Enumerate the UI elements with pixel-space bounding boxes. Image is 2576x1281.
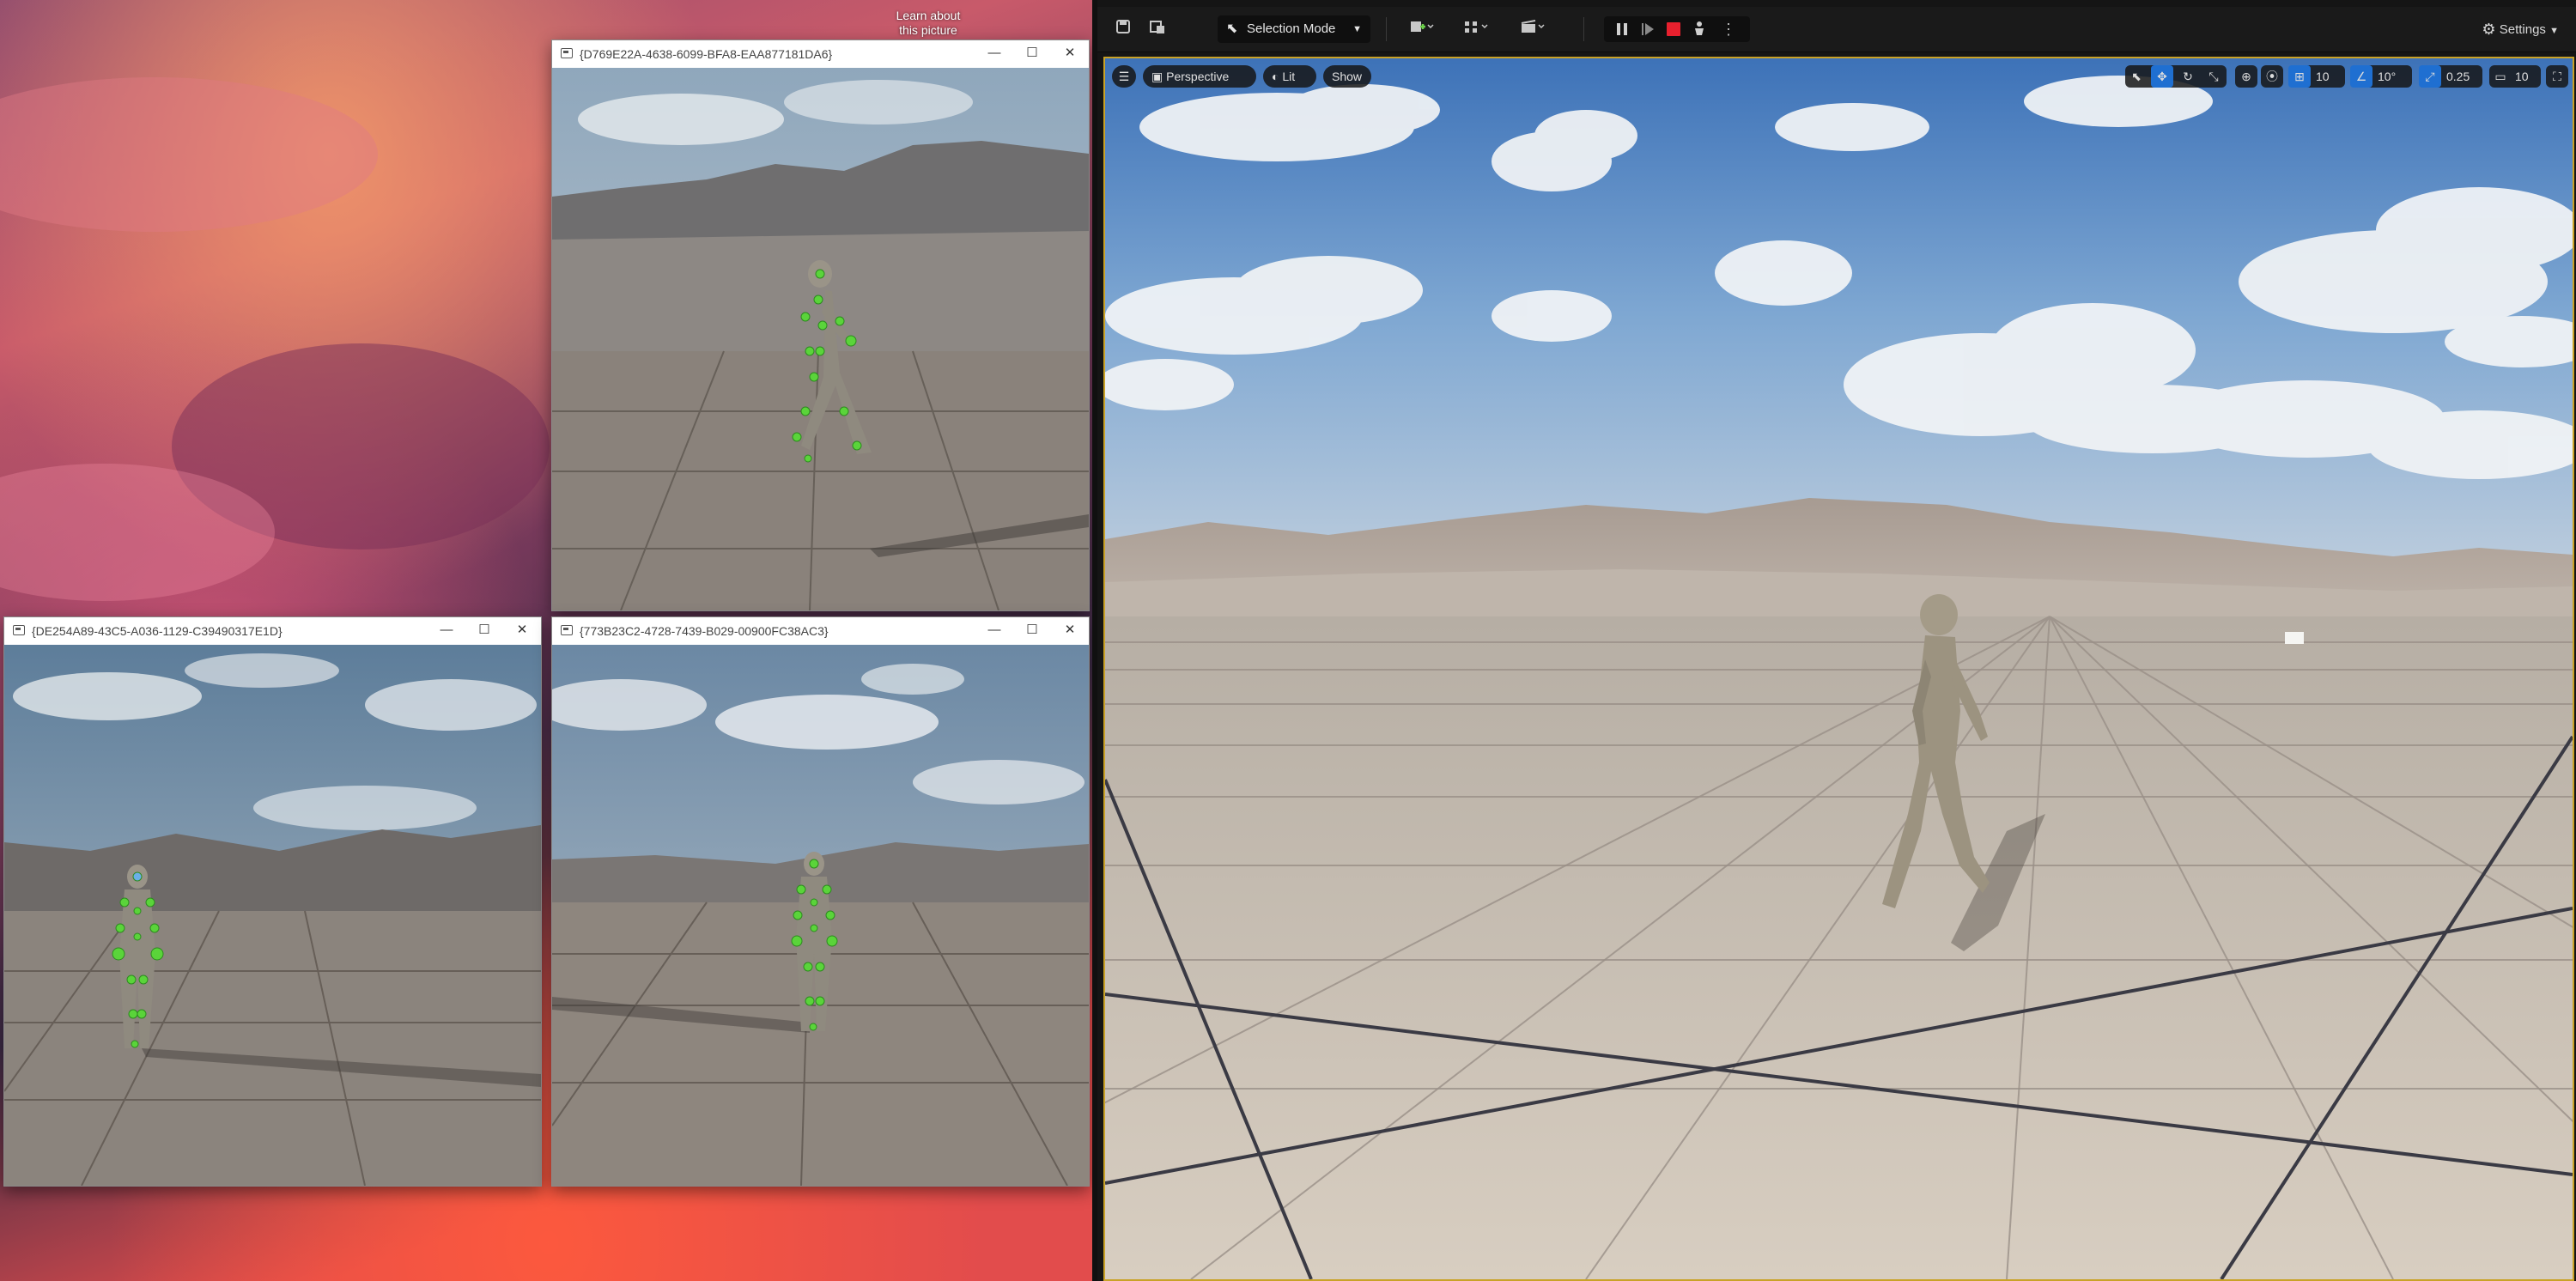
maximize-icon[interactable]: ⛶ [2546, 65, 2568, 88]
camera-icon[interactable]: ▭ [2489, 65, 2512, 88]
toolbar-divider [1386, 17, 1387, 41]
settings-button[interactable]: ⚙ Settings ▼ [2482, 17, 2559, 43]
minimize-button[interactable]: — [428, 617, 465, 645]
close-button[interactable]: ✕ [1051, 40, 1089, 68]
chevron-down-icon: ▼ [1352, 24, 1362, 34]
selection-mode-dropdown[interactable]: ⬉ Selection Mode ▼ [1218, 15, 1370, 43]
grid-snap-value[interactable]: 10 [2316, 65, 2330, 88]
lit-icon: ◐ [1272, 70, 1279, 83]
rotation-snap-group: ∠ 10° [2350, 65, 2412, 88]
window-titlebar[interactable]: {D769E22A-4638-6099-BFA8-EAA877181DA6} —… [552, 40, 1089, 68]
grid-icon[interactable]: ⊞ [2288, 65, 2311, 88]
camera-speed-group: ▭ 10 [2489, 65, 2541, 88]
grid-snap-group: ⊞ 10 [2288, 65, 2345, 88]
close-button[interactable]: ✕ [503, 617, 541, 645]
lit-button[interactable]: ◐ Lit [1263, 65, 1316, 88]
learn-about-picture-link[interactable]: Learn about this picture [890, 9, 967, 38]
translate-icon[interactable]: ✥ [2151, 65, 2173, 88]
transform-tools: ⬉ ✥ ↻ ⤡ [2125, 65, 2227, 88]
pause-icon[interactable] [1611, 16, 1633, 42]
window-title: {773B23C2-4728-7439-B029-00900FC38AC3} [580, 624, 829, 638]
rotate-icon[interactable]: ↻ [2177, 65, 2199, 88]
scale-snap-group: ⤢ 0.25 [2419, 65, 2482, 88]
camera-view-side [552, 68, 1089, 610]
selection-mode-label: Selection Mode [1247, 21, 1336, 36]
viewport-scene [1105, 58, 2573, 1279]
add-actor-icon[interactable] [1402, 18, 1442, 40]
scale-snap-value[interactable]: 0.25 [2446, 65, 2470, 88]
stop-icon[interactable] [1662, 16, 1685, 42]
camera-view-front [4, 645, 541, 1186]
select-icon[interactable]: ⬉ [2125, 65, 2148, 88]
lit-label: Lit [1282, 70, 1296, 83]
camera-view-back [552, 645, 1089, 1186]
scale-snap-icon[interactable]: ⤢ [2419, 65, 2441, 88]
maximize-button[interactable]: ☐ [1013, 617, 1051, 645]
minimize-button[interactable]: — [975, 40, 1013, 68]
window-title: {DE254A89-43C5-A036-1129-C39490317E1D} [32, 624, 283, 638]
resume-icon[interactable] [1637, 16, 1659, 42]
capture-window-2[interactable]: {DE254A89-43C5-A036-1129-C39490317E1D} —… [3, 616, 542, 1187]
perspective-button[interactable]: ▣ Perspective [1143, 65, 1256, 88]
app-window-icon [561, 48, 573, 58]
close-button[interactable]: ✕ [1051, 617, 1089, 645]
window-titlebar[interactable]: {773B23C2-4728-7439-B029-00900FC38AC3} —… [552, 617, 1089, 645]
save-icon[interactable] [1111, 18, 1135, 40]
more-icon[interactable]: ⋮ [1717, 16, 1740, 42]
play-controls: ⋮ [1604, 16, 1750, 42]
cinematics-icon[interactable] [1513, 18, 1552, 40]
surface-snap-icon[interactable]: ⦿ [2261, 65, 2283, 88]
toolbar-divider [1583, 17, 1584, 41]
show-button[interactable]: Show [1323, 65, 1371, 88]
content-browser-icon[interactable] [1145, 18, 1170, 40]
main-toolbar: ⬉ Selection Mode ▼ ⋮ ⚙ Settings ▼ [1097, 7, 2576, 52]
menu-icon[interactable]: ☰ [1112, 65, 1136, 88]
chevron-down-icon: ▼ [2549, 26, 2559, 36]
cube-icon: ▣ [1151, 70, 1163, 83]
perspective-label: Perspective [1166, 70, 1230, 83]
angle-icon[interactable]: ∠ [2350, 65, 2372, 88]
unreal-editor: ⬉ Selection Mode ▼ ⋮ ⚙ Settings ▼ ☰ ▣ Pe… [1097, 0, 2576, 1281]
app-window-icon [561, 625, 573, 635]
scale-icon[interactable]: ⤡ [2202, 65, 2225, 88]
level-viewport[interactable]: ☰ ▣ Perspective ◐ Lit Show ⬉ ✥ ↻ ⤡ ⊕ ⦿ ⊞… [1103, 57, 2574, 1281]
app-window-icon [13, 625, 25, 635]
settings-icon: ⚙ [2482, 21, 2496, 38]
window-title: {D769E22A-4638-6099-BFA8-EAA877181DA6} [580, 47, 833, 61]
maximize-button[interactable]: ☐ [465, 617, 503, 645]
camera-speed-value[interactable]: 10 [2515, 65, 2529, 88]
rotation-snap-value[interactable]: 10° [2378, 65, 2396, 88]
minimize-button[interactable]: — [975, 617, 1013, 645]
window-titlebar[interactable]: {DE254A89-43C5-A036-1129-C39490317E1D} —… [4, 617, 541, 645]
capture-window-3[interactable]: {773B23C2-4728-7439-B029-00900FC38AC3} —… [551, 616, 1090, 1187]
cursor-icon: ⬉ [1226, 21, 1238, 36]
blueprint-icon[interactable] [1456, 18, 1496, 40]
maximize-button[interactable]: ☐ [1013, 40, 1051, 68]
world-icon[interactable]: ⊕ [2235, 65, 2257, 88]
settings-label: Settings [2499, 22, 2546, 37]
capture-window-1[interactable]: {D769E22A-4638-6099-BFA8-EAA877181DA6} —… [551, 39, 1090, 611]
eject-icon[interactable] [1688, 16, 1710, 42]
